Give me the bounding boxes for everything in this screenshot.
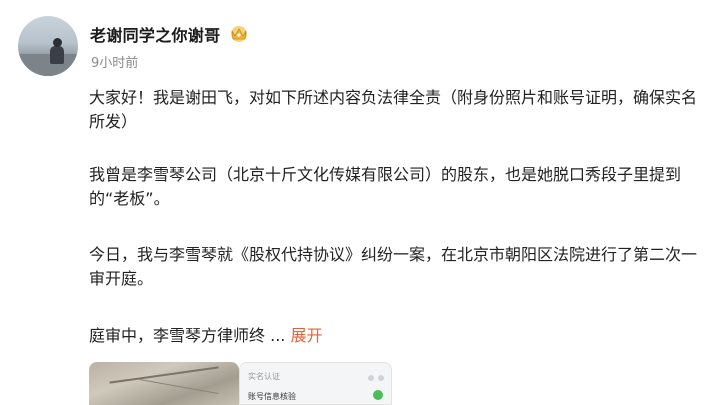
ellipsis: ... — [270, 326, 286, 345]
image-text: 账号信息核验 — [248, 392, 296, 401]
dot-icon — [378, 375, 384, 381]
image-texture — [139, 379, 219, 394]
author-name[interactable]: 老谢同学之你谢哥 — [90, 22, 220, 46]
avatar[interactable] — [18, 16, 78, 76]
avatar-person-head — [53, 38, 62, 47]
post-timestamp: 9小时前 — [91, 56, 139, 71]
expand-link[interactable]: 展开 — [290, 326, 322, 345]
post-paragraph: 大家好！我是谢田飞，对如下所述内容负法律全责（附身份照片和账号证明，确保实名所发… — [89, 88, 698, 131]
attachment-image[interactable] — [89, 362, 239, 405]
avatar-person — [50, 46, 64, 64]
attachment-image[interactable]: 实名认证 账号信息核验 — [239, 362, 392, 405]
crown-badge-icon — [228, 22, 250, 44]
truncated-text: 庭审中，李雪琴方律师终 — [89, 326, 266, 345]
post-paragraph: 今日，我与李雪琴就《股权代持协议》纠纷一案，在北京市朝阳区法院进行了第二次一审开… — [89, 245, 698, 288]
image-text: 实名认证 — [248, 372, 280, 381]
check-icon — [373, 390, 383, 400]
post-paragraph: 我曾是李雪琴公司（北京十斤文化传媒有限公司）的股东，也是她脱口秀段子里提到的“老… — [89, 165, 682, 208]
post-paragraph-truncated: 庭审中，李雪琴方律师终 ... 展开 — [89, 324, 699, 348]
image-texture — [109, 366, 219, 384]
dot-icon — [368, 375, 374, 381]
weibo-post: 老谢同学之你谢哥 9小时前 大家好！我是谢田飞，对如下所述内容负法律全责（附身份… — [0, 0, 719, 405]
avatar-rock — [18, 54, 78, 76]
